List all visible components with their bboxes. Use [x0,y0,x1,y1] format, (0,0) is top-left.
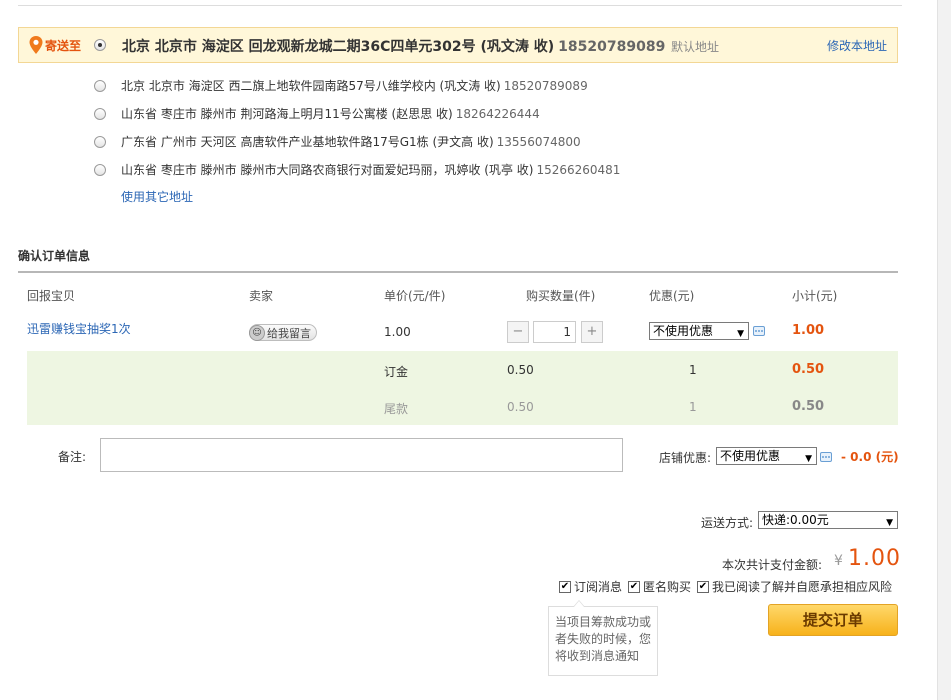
column-header-discount: 优惠(元) [649,289,695,303]
balance-subtotal: 0.50 [792,399,825,414]
address-radio-selected[interactable] [94,39,106,51]
address-radio[interactable] [94,135,106,148]
address-option-3[interactable]: 广东省 广州市 天河区 高唐软件产业基地软件路17号G1栋 (尹文高 收) 135… [94,133,581,150]
use-other-address-link[interactable]: 使用其它地址 [121,188,193,205]
item-name-link[interactable]: 迅雷赚钱宝抽奖1次 [27,320,131,337]
order-section-title: 确认订单信息 [18,249,91,263]
balance-price: 0.50 [507,400,534,414]
dropdown-arrow-icon: ▼ [886,518,893,528]
selected-address-phone: 18520789089 [558,39,666,55]
location-pin-icon [29,36,43,54]
anonymous-checkbox[interactable]: ✔ [628,580,640,593]
remark-input[interactable] [100,438,623,472]
shop-discount-amount: - 0.0 (元) [841,450,899,464]
submit-order-button[interactable]: 提交订单 [768,604,898,636]
total-amount: 1.00 [848,546,901,571]
ship-to-label: 寄送至 [29,36,81,54]
balance-label: 尾款 [384,402,409,416]
address-radio[interactable] [94,79,106,92]
subscribe-option[interactable]: ✔ 订阅消息 [559,578,622,595]
column-header-quantity: 购买数量(件) [526,289,596,303]
modify-address-link[interactable]: 修改本地址 [827,37,887,54]
shipping-method-label: 运送方式: [701,516,754,530]
subscribe-tooltip: 当项目筹款成功或者失败的时候，您将收到消息通知 [548,600,658,676]
total-label: 本次共计支付金额: [722,558,823,572]
shipping-method-select[interactable]: 快递:0.00元 ▼ [758,511,898,529]
anonymous-option[interactable]: ✔ 匿名购买 [628,578,691,595]
column-header-unit-price: 单价(元/件) [384,289,446,303]
address-radio[interactable] [94,107,106,120]
chat-face-icon: ☺ [249,324,265,341]
address-option-1[interactable]: 北京 北京市 海淀区 西二旗上地软件园南路57号八维学校内 (巩文涛 收) 185… [94,77,588,94]
column-header-seller: 卖家 [249,289,274,303]
top-divider [18,5,902,6]
remark-label: 备注: [58,450,87,464]
subscribe-checkbox[interactable]: ✔ [559,580,571,593]
coupon-select[interactable]: 不使用优惠 ▼ [649,322,749,340]
dropdown-arrow-icon: ▼ [805,454,812,464]
item-subtotal: 1.00 [792,323,825,338]
address-option-2[interactable]: 山东省 枣庄市 滕州市 荆河路海上明月11号公寓楼 (赵思思 收) 1826422… [94,105,540,122]
risk-agreement-option[interactable]: ✔ 我已阅读了解并自愿承担相应风险 [697,578,892,595]
deposit-price: 0.50 [507,363,534,377]
payment-breakdown [27,351,898,425]
coupon-info-icon[interactable] [753,326,765,336]
shop-discount-select[interactable]: 不使用优惠 ▼ [716,447,817,465]
address-option-4[interactable]: 山东省 枣庄市 滕州市 滕州市大同路农商银行对面爱妃玛丽，巩婷收 (巩亭 收) 1… [94,161,620,178]
deposit-label: 订金 [384,365,409,379]
selected-address-row[interactable]: 寄送至 北京 北京市 海淀区 回龙观新龙城二期36C四单元302号 (巩文涛 收… [18,27,898,63]
currency-symbol: ¥ [834,553,843,569]
message-seller-button[interactable]: ☺ 给我留言 [249,324,317,341]
shop-discount-label: 店铺优惠: [659,451,712,465]
address-radio[interactable] [94,163,106,176]
section-divider [18,271,898,273]
quantity-increase-button[interactable]: + [581,321,603,343]
quantity-input[interactable]: 1 [533,321,576,343]
shop-discount-info-icon[interactable] [820,452,832,462]
deposit-qty: 1 [689,363,697,377]
deposit-subtotal: 0.50 [792,362,825,377]
risk-agreement-checkbox[interactable]: ✔ [697,580,709,593]
default-address-tag: 默认地址 [671,40,720,54]
selected-address-text: 北京 北京市 海淀区 回龙观新龙城二期36C四单元302号 (巩文涛 收) 185… [122,39,666,55]
dropdown-arrow-icon: ▼ [737,329,744,339]
scrollbar-track[interactable] [937,0,951,700]
quantity-decrease-button[interactable]: − [507,321,529,343]
column-header-subtotal: 小计(元) [792,289,838,303]
item-unit-price: 1.00 [384,325,411,339]
column-header-item: 回报宝贝 [27,289,76,303]
balance-qty: 1 [689,400,697,414]
